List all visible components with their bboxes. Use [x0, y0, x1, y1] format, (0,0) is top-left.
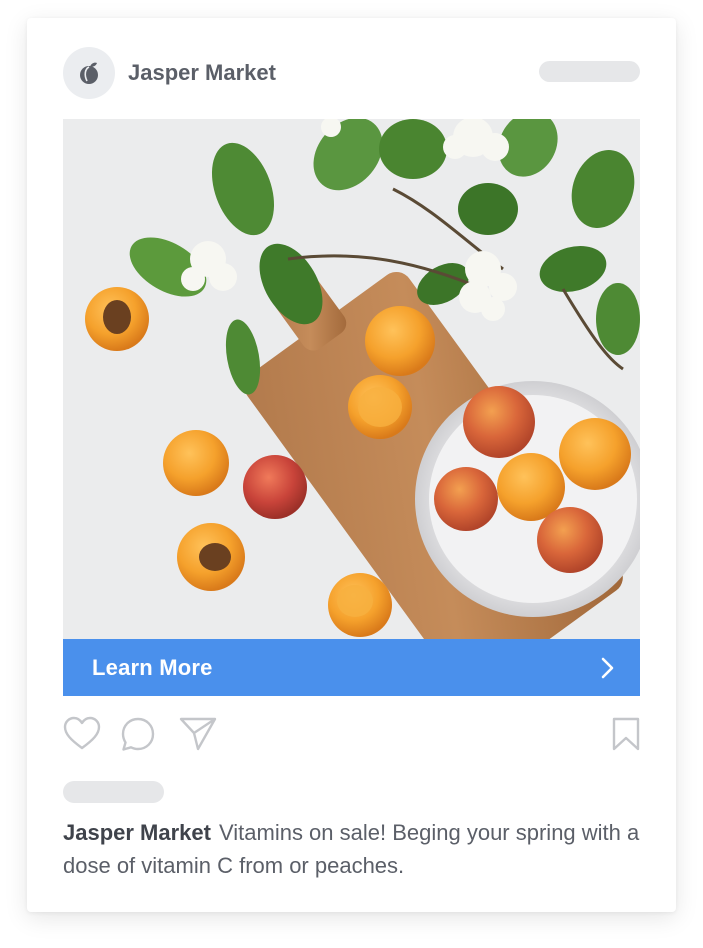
- peach-logo-icon: [80, 62, 98, 84]
- comment-icon[interactable]: [120, 716, 156, 752]
- ad-post-card: Jasper Market Learn More Jasper Market V…: [27, 18, 676, 912]
- paper-plane-icon[interactable]: [178, 716, 218, 752]
- post-caption: Jasper Market Vitamins on sale! Beging yo…: [63, 816, 643, 882]
- bookmark-icon[interactable]: [611, 716, 641, 752]
- post-photo[interactable]: [63, 119, 640, 639]
- post-action-bar: [63, 716, 640, 756]
- learn-more-label: Learn More: [92, 654, 213, 680]
- likes-placeholder-pill: [63, 781, 164, 803]
- apricots-photo: [63, 119, 640, 639]
- heart-icon[interactable]: [63, 716, 101, 752]
- account-name[interactable]: Jasper Market: [128, 60, 276, 86]
- learn-more-button[interactable]: Learn More: [63, 639, 640, 696]
- header-placeholder-pill: [539, 61, 640, 82]
- account-avatar[interactable]: [63, 47, 115, 99]
- chevron-right-icon: [601, 657, 614, 678]
- caption-username[interactable]: Jasper Market: [63, 820, 211, 845]
